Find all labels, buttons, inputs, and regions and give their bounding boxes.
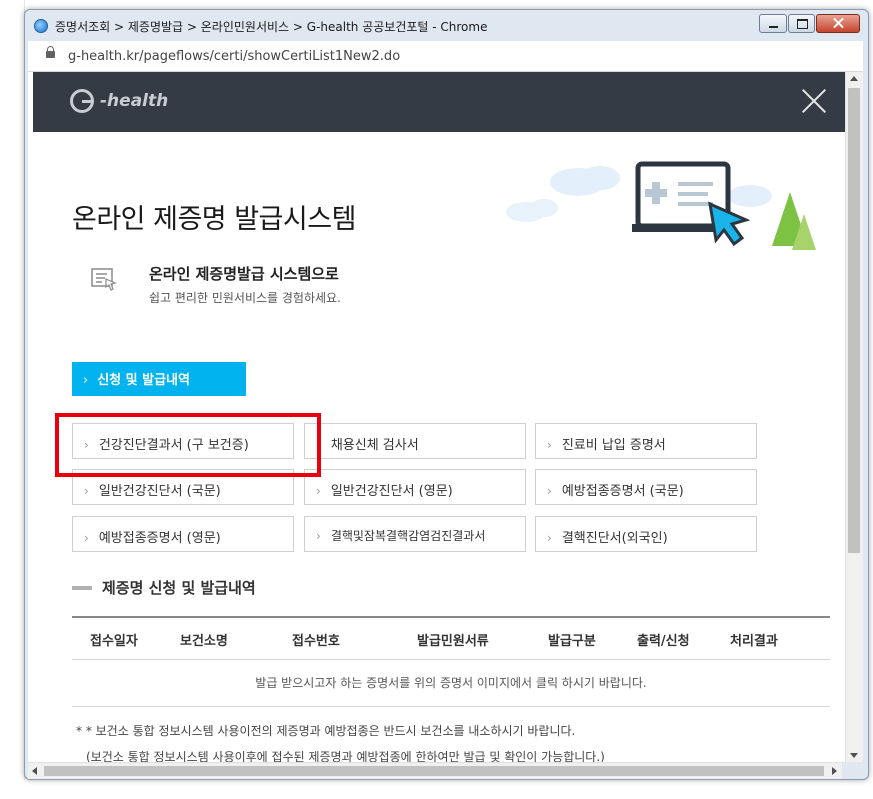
- cert-medical-payment[interactable]: › 진료비 납입 증명서: [535, 423, 757, 459]
- history-table: 접수일자 보건소명 접수번호 발급민원서류 발급구분 출력/신청 처리결과 발급…: [72, 616, 830, 707]
- browser-window: 증명서조회 > 제증명발급 > 온라인민원서비스 > G-health 공공보건…: [24, 9, 869, 780]
- address-bar[interactable]: g-health.kr/pageflows/certi/showCertiLis…: [28, 41, 863, 72]
- section-bar: [72, 586, 92, 590]
- cert-tuberculosis-foreigner[interactable]: › 결핵진단서(외국인): [535, 516, 757, 552]
- logo-text: -health: [100, 91, 169, 111]
- column-header: 발급민원서류: [417, 634, 489, 649]
- cert-tuberculosis-screening[interactable]: › 결핵및잠복결핵감염검진결과서: [304, 516, 526, 552]
- cert-vaccination-english[interactable]: › 예방접종증명서 (영문): [72, 516, 294, 552]
- title-bar: 증명서조회 > 제증명발급 > 온라인민원서비스 > G-health 공공보건…: [25, 10, 868, 40]
- column-header: 출력/신청: [637, 634, 690, 649]
- chevron-right-icon: ›: [547, 438, 552, 452]
- intro-title: 온라인 제증명발급 시스템으로: [149, 265, 339, 283]
- vertical-scrollbar[interactable]: [845, 72, 863, 762]
- cert-label: 예방접종증명서 (영문): [98, 531, 221, 546]
- chevron-right-icon: ›: [316, 484, 321, 498]
- background-page-bottom: [0, 780, 873, 799]
- column-header: 접수번호: [292, 634, 340, 649]
- chevron-right-icon: ›: [547, 531, 552, 545]
- page-viewport: -health 온라인 제증명 발급시스템 온라인 제증명발급 시스템으로 쉽고…: [28, 72, 863, 762]
- chevron-right-icon: ›: [83, 373, 89, 388]
- close-icon[interactable]: [801, 88, 827, 114]
- cert-general-health-english[interactable]: › 일반건강진단서 (영문): [304, 469, 526, 505]
- intro-subtitle: 쉽고 편리한 민원서비스를 경험하세요.: [149, 291, 341, 305]
- notice-line-2: (보건소 통합 정보시스템 사용이후에 접수된 제증명과 예방접종에 한하여만 …: [86, 750, 605, 762]
- column-header: 발급구분: [548, 634, 596, 649]
- cert-vaccination-korean[interactable]: › 예방접종증명서 (국문): [535, 469, 757, 505]
- document-click-icon: [91, 268, 117, 291]
- table-header: 접수일자 보건소명 접수번호 발급민원서류 발급구분 출력/신청 처리결과: [72, 616, 830, 660]
- minimize-button[interactable]: [759, 14, 787, 33]
- column-header: 보건소명: [180, 634, 228, 649]
- red-highlight-box: [55, 413, 321, 477]
- cert-label: 일반건강진단서 (국문): [98, 484, 221, 499]
- scroll-down-icon[interactable]: [850, 753, 858, 758]
- close-window-button[interactable]: [816, 14, 860, 33]
- chevron-right-icon: ›: [547, 484, 552, 498]
- tab-application-history[interactable]: › 신청 및 발급내역: [72, 362, 246, 396]
- history-section-title: 제증명 신청 및 발급내역: [102, 579, 256, 597]
- scroll-left-icon[interactable]: [32, 767, 37, 775]
- background-page-left: [0, 0, 25, 799]
- scroll-thumb[interactable]: [848, 88, 860, 553]
- g-logo-icon: [70, 89, 94, 113]
- monitor-illustration: [506, 161, 816, 250]
- horizontal-scrollbar[interactable]: [28, 762, 842, 779]
- modal-header: -health: [33, 72, 845, 132]
- tab-label: 신청 및 발급내역: [97, 373, 190, 388]
- cert-label: 결핵및잠복결핵감염검진결과서: [330, 529, 486, 543]
- cert-employment-physical[interactable]: › 채용신체 검사서: [304, 423, 526, 459]
- table-empty-row: 발급 받으시고자 하는 증명서를 위의 증명서 이미지에서 클릭 하시기 바랍니…: [72, 660, 830, 707]
- cert-label: 예방접종증명서 (국문): [561, 484, 684, 499]
- maximize-button[interactable]: [788, 14, 815, 33]
- chevron-right-icon: ›: [316, 529, 321, 543]
- notice-line-1: * * 보건소 통합 정보시스템 사용이전의 제증명과 예방접종은 반드시 보건…: [76, 724, 576, 738]
- lock-icon: [46, 46, 55, 58]
- scroll-right-icon[interactable]: [832, 767, 837, 775]
- chevron-right-icon: ›: [84, 484, 89, 498]
- window-title: 증명서조회 > 제증명발급 > 온라인민원서비스 > G-health 공공보건…: [55, 20, 488, 34]
- column-header: 접수일자: [90, 634, 138, 649]
- url-text[interactable]: g-health.kr/pageflows/certi/showCertiLis…: [68, 49, 400, 64]
- chevron-right-icon: ›: [84, 531, 89, 545]
- scroll-thumb[interactable]: [44, 766, 824, 776]
- page-title: 온라인 제증명 발급시스템: [72, 204, 356, 235]
- scroll-up-icon[interactable]: [850, 76, 858, 81]
- cert-label: 일반건강진단서 (영문): [330, 484, 453, 499]
- cert-label: 결핵진단서(외국인): [561, 531, 668, 546]
- ie-icon: [34, 19, 48, 33]
- cert-label: 채용신체 검사서: [330, 438, 419, 453]
- column-header: 처리결과: [730, 634, 778, 649]
- cert-label: 진료비 납입 증명서: [561, 438, 666, 453]
